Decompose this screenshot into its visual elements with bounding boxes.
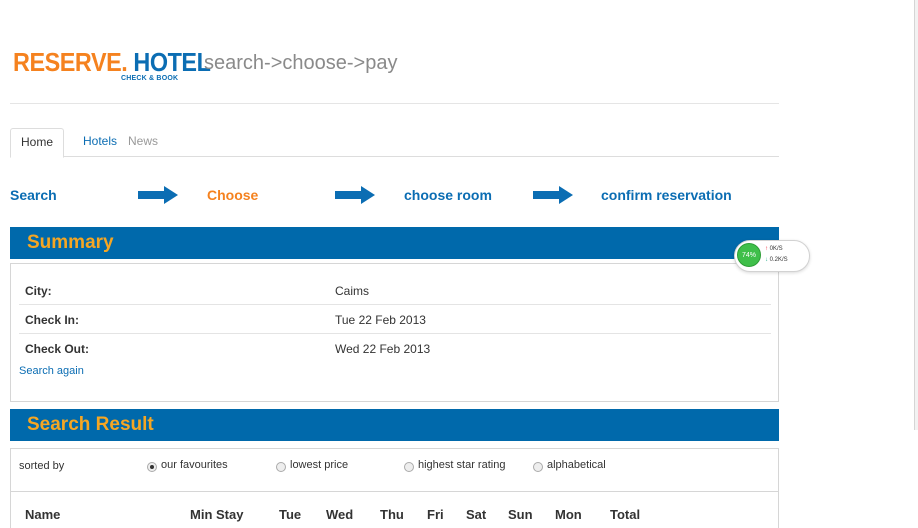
column-header-total[interactable]: Total [610, 507, 640, 522]
logo-tagline: CHECK & BOOK [121, 75, 179, 82]
sort-option-label: highest star rating [418, 459, 506, 471]
summary-value: Caims [335, 284, 370, 298]
sort-alphabetical[interactable]: alphabetical [533, 459, 606, 472]
network-usage-gauge: 74% [737, 243, 761, 267]
arrow-right-icon [335, 186, 375, 204]
column-header-sat[interactable]: Sat [466, 507, 486, 522]
arrow-up-icon: ↑ [765, 246, 768, 252]
sort-our-favourites[interactable]: our favourites [147, 459, 228, 472]
header-divider [10, 103, 779, 104]
summary-key: Check In: [25, 313, 80, 327]
summary-row-check-out: Check Out: Wed 22 Feb 2013 [19, 334, 771, 362]
search-result-title: Search Result [27, 414, 154, 435]
sorted-by-label: sorted by [19, 460, 65, 472]
summary-key: City: [25, 284, 52, 298]
site-logo[interactable]: RESERVE. HOTEL CHECK & BOOK [13, 47, 232, 82]
radio-button[interactable] [276, 462, 286, 472]
sort-option-label: lowest price [290, 459, 349, 471]
search-result-header: Search Result [10, 409, 779, 441]
summary-value: Wed 22 Feb 2013 [335, 342, 431, 356]
sort-box: sorted by our favourites lowest price hi… [10, 448, 779, 493]
tab-home[interactable]: Home [10, 128, 65, 158]
search-again-link[interactable]: Search again [19, 365, 84, 377]
summary-title: Summary [27, 232, 114, 253]
summary-header: Summary [10, 227, 779, 259]
radio-button-selected[interactable] [147, 462, 157, 472]
radio-button[interactable] [404, 462, 414, 472]
radio-button[interactable] [533, 462, 543, 472]
network-speed-widget[interactable]: 74% ↑ 0K/S ↓ 0.2K/S [734, 240, 810, 272]
sort-option-label: alphabetical [547, 459, 606, 471]
column-header-name[interactable]: Name [25, 507, 60, 522]
step-choose-room: choose room [404, 187, 492, 203]
sort-lowest-price[interactable]: lowest price [276, 459, 348, 472]
column-header-thu[interactable]: Thu [380, 507, 404, 522]
summary-box: City: Caims Check In: Tue 22 Feb 2013 Ch… [10, 263, 779, 402]
arrow-right-icon [138, 186, 178, 204]
nav-tabs: Home Hotels News [10, 128, 779, 158]
upload-speed-value: 0K/S [769, 246, 783, 252]
download-speed-value: 0.2K/S [769, 257, 788, 263]
column-header-tue[interactable]: Tue [279, 507, 301, 522]
column-header-sun[interactable]: Sun [508, 507, 533, 522]
column-header-fri[interactable]: Fri [427, 507, 444, 522]
download-speed: ↓ 0.2K/S [765, 257, 788, 263]
arrow-right-icon [533, 186, 573, 204]
sort-option-label: our favourites [161, 459, 228, 471]
arrow-down-icon: ↓ [765, 257, 768, 263]
window-scrollbar[interactable] [914, 0, 918, 430]
summary-key: Check Out: [25, 342, 90, 356]
summary-row-city: City: Caims [19, 276, 771, 305]
summary-value: Tue 22 Feb 2013 [335, 313, 426, 327]
logo-reserve: RESERVE. [13, 47, 128, 77]
logo-wordmark: RESERVE. HOTEL [13, 47, 211, 77]
site-slogan: search->choose->pay [204, 52, 398, 74]
logo-hotel: HOTEL [133, 47, 211, 77]
step-confirm-reservation: confirm reservation [601, 187, 732, 203]
summary-row-check-in: Check In: Tue 22 Feb 2013 [19, 305, 771, 334]
column-header-min-stay[interactable]: Min Stay [190, 507, 243, 522]
upload-speed: ↑ 0K/S [765, 246, 783, 252]
step-search: Search [10, 187, 57, 203]
column-header-mon[interactable]: Mon [555, 507, 582, 522]
step-choose: Choose [207, 187, 259, 203]
tab-news[interactable]: News [118, 128, 168, 155]
sort-highest-star-rating[interactable]: highest star rating [404, 459, 505, 472]
column-header-wed[interactable]: Wed [326, 507, 353, 522]
